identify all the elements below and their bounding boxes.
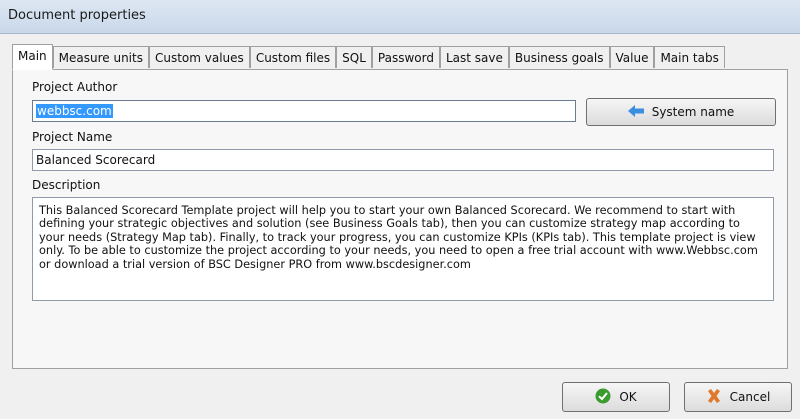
tab-strip: Main Measure units Custom values Custom … [12,44,725,70]
title-bar: Document properties [0,0,800,34]
cancel-x-icon [706,388,722,407]
tab-sql[interactable]: SQL [336,46,372,68]
tab-measure-units[interactable]: Measure units [52,46,149,68]
tab-password[interactable]: Password [371,46,440,68]
project-name-input[interactable]: Balanced Scorecard [32,149,774,171]
tab-main[interactable]: Main [12,44,53,70]
system-name-button[interactable]: System name [586,98,776,126]
project-author-input[interactable]: webbsc.com [32,100,576,122]
description-value: This Balanced Scorecard Template project… [39,204,758,271]
tab-custom-values[interactable]: Custom values [148,46,250,68]
project-author-value: webbsc.com [36,104,113,118]
project-name-value: Balanced Scorecard [36,153,156,167]
project-name-label: Project Name [32,130,113,144]
tab-business-goals[interactable]: Business goals [508,46,610,68]
system-name-label: System name [651,105,735,119]
check-circle-icon [595,388,611,407]
tab-last-save[interactable]: Last save [439,46,509,68]
tab-custom-files[interactable]: Custom files [249,46,337,68]
cancel-label: Cancel [729,390,771,404]
tab-main-tabs[interactable]: Main tabs [654,46,725,68]
document-properties-dialog: Document properties Main Measure units C… [0,0,800,419]
project-author-label: Project Author [32,80,118,94]
ok-label: OK [619,390,637,404]
description-textarea[interactable]: This Balanced Scorecard Template project… [32,197,774,301]
tab-value[interactable]: Value [609,46,655,68]
description-label: Description [32,178,101,192]
cancel-button[interactable]: Cancel [684,382,792,412]
arrow-left-icon [627,104,644,120]
ok-button[interactable]: OK [562,382,670,412]
window-title: Document properties [8,8,146,23]
